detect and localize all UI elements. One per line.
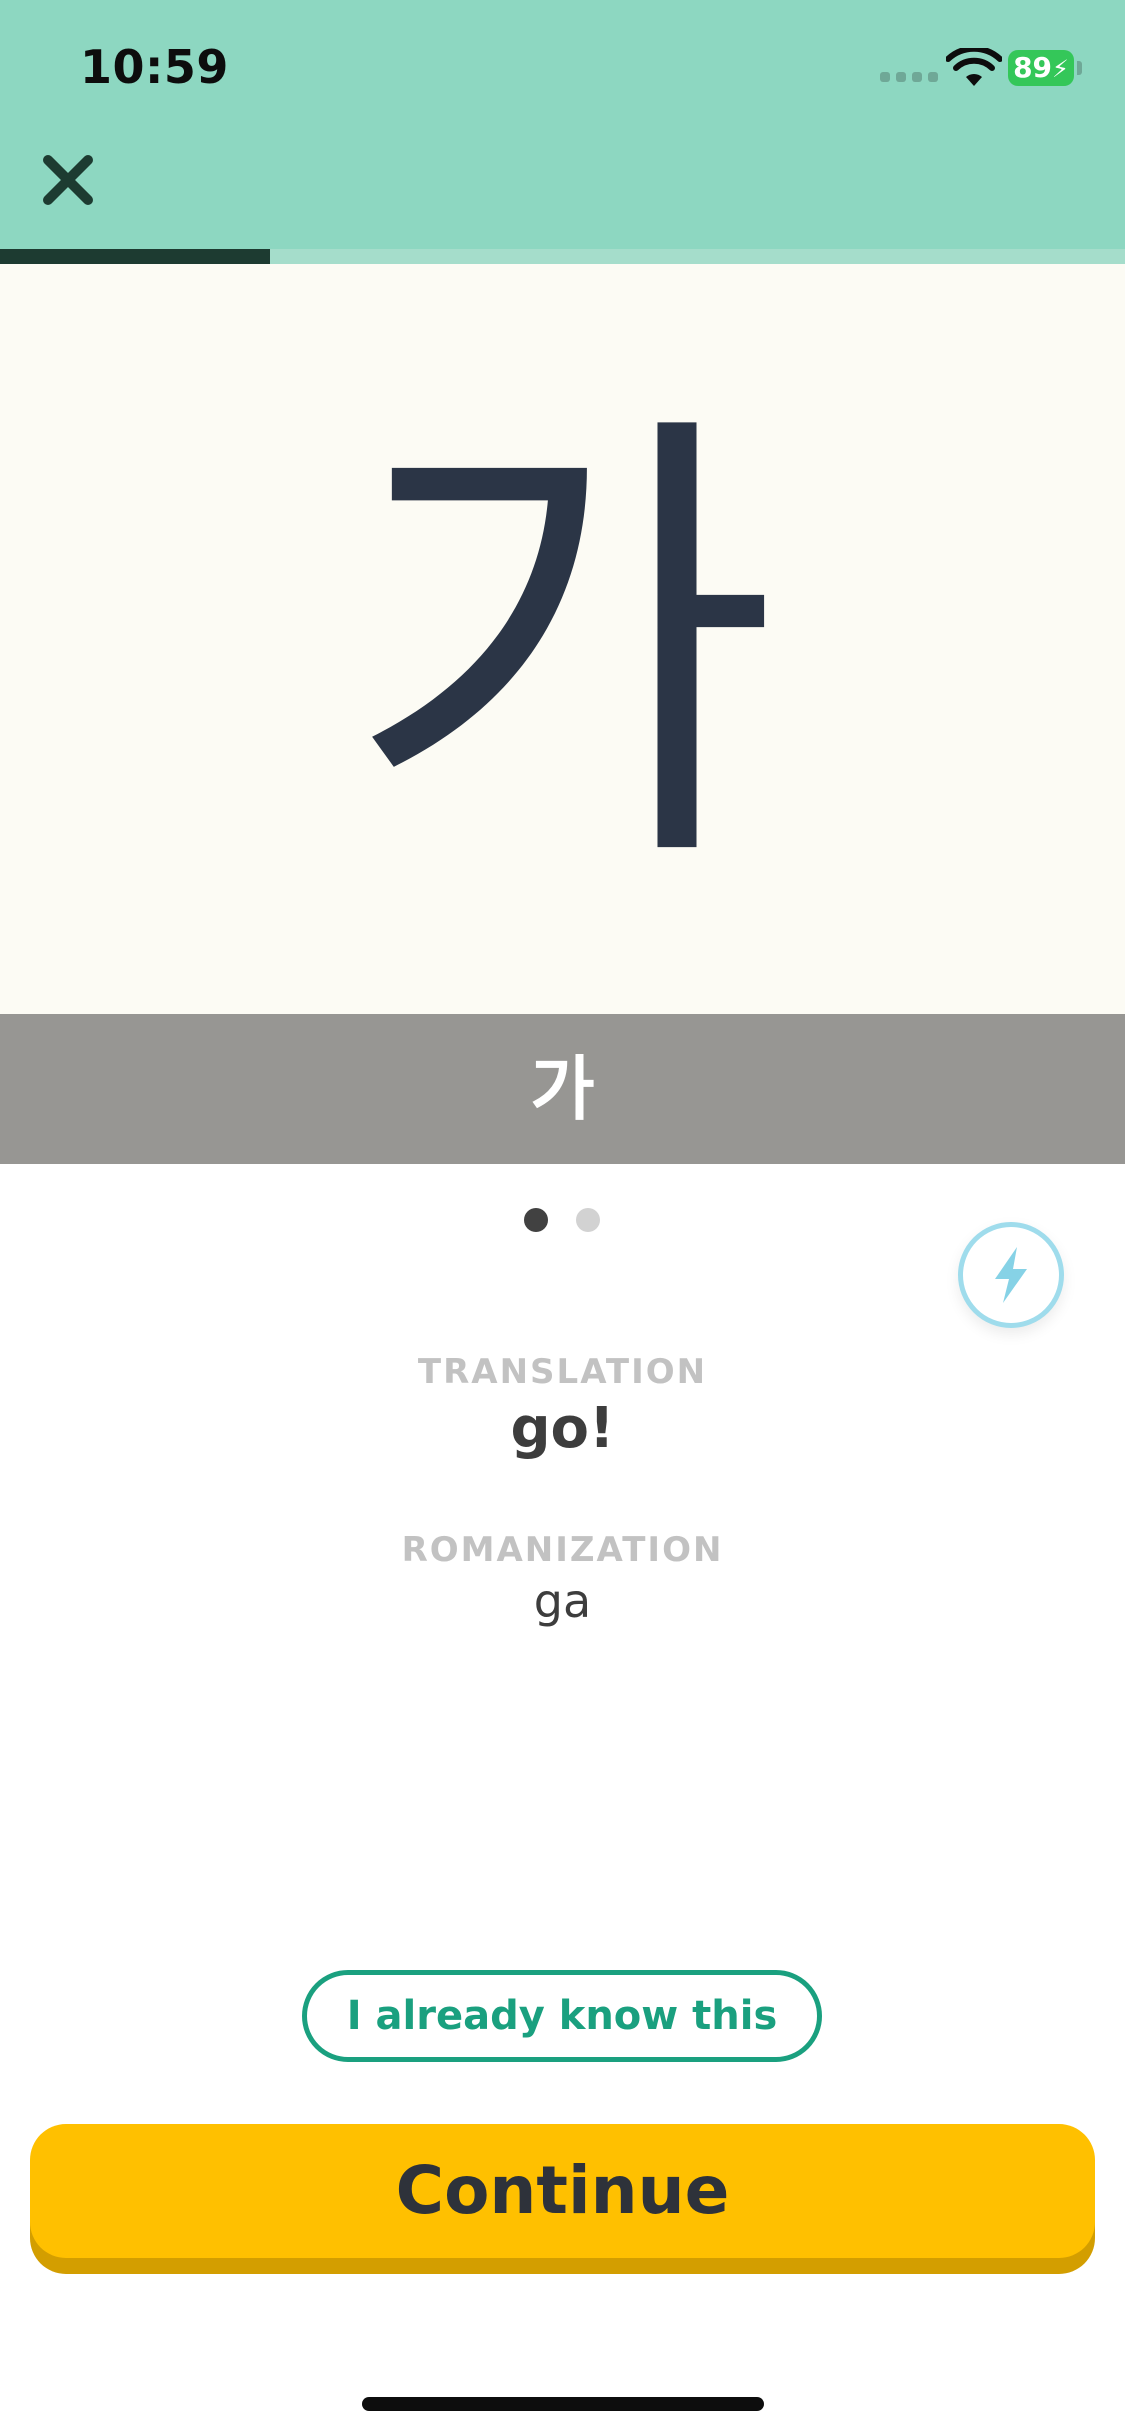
wifi-icon xyxy=(946,48,1002,86)
lightning-icon xyxy=(995,1247,1027,1303)
home-indicator[interactable] xyxy=(362,2397,764,2411)
translation-value: go! xyxy=(510,1396,615,1461)
battery-cap xyxy=(1077,61,1082,75)
charging-bolt-icon: ⚡ xyxy=(1052,55,1069,83)
battery-icon: 89⚡ xyxy=(1008,50,1074,86)
battery-percent: 89 xyxy=(1013,51,1053,84)
translation-label: TRANSLATION xyxy=(417,1352,708,1392)
continue-button[interactable]: Continue xyxy=(30,2124,1095,2258)
lesson-progress-fill xyxy=(0,249,270,264)
status-time: 10:59 xyxy=(80,40,229,94)
romanization-value: ga xyxy=(533,1574,592,1628)
cellular-signal-icon xyxy=(880,72,940,84)
already-know-button[interactable]: I already know this xyxy=(302,1970,822,2062)
lightning-button[interactable] xyxy=(958,1222,1064,1328)
close-icon[interactable] xyxy=(38,150,98,210)
character-label-bar: 가 xyxy=(0,1014,1125,1164)
pagination-dot-1[interactable] xyxy=(524,1208,548,1232)
pagination-dot-2[interactable] xyxy=(576,1208,600,1232)
flashcard: 가 xyxy=(0,264,1125,1014)
hangul-character: 가 xyxy=(346,375,779,922)
header: 10:59 89⚡ xyxy=(0,0,1125,264)
lesson-progress-bar xyxy=(0,249,1125,264)
romanization-label: ROMANIZATION xyxy=(401,1530,724,1570)
